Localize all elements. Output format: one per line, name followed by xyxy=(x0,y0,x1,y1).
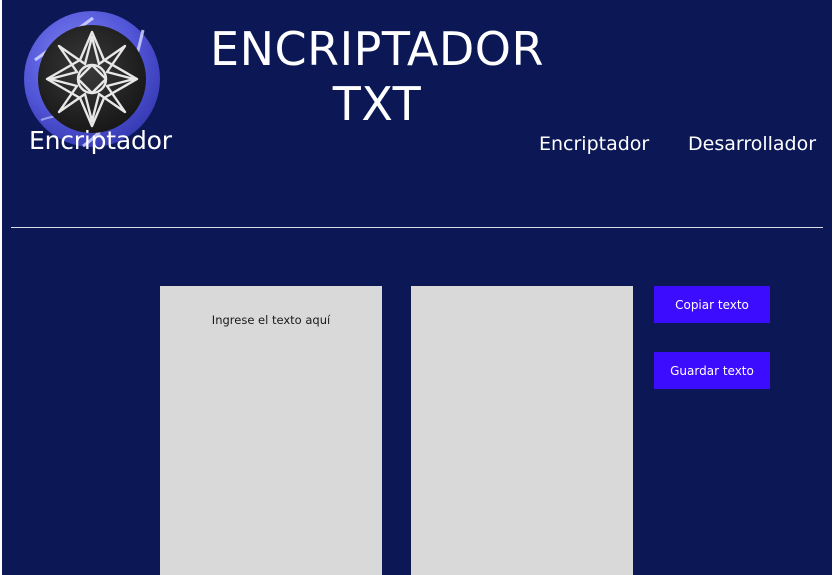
input-textarea[interactable] xyxy=(160,286,382,575)
copy-text-button[interactable]: Copiar texto xyxy=(654,286,770,323)
title-line-1: ENCRIPTADOR xyxy=(210,22,544,76)
nav-link-desarrollador[interactable]: Desarrollador xyxy=(688,133,816,155)
header-divider xyxy=(11,227,823,228)
save-text-button[interactable]: Guardar texto xyxy=(654,352,770,389)
logo-label: Encriptador xyxy=(29,126,172,155)
output-textarea[interactable] xyxy=(411,286,633,575)
nav-link-encriptador[interactable]: Encriptador xyxy=(539,133,649,155)
page-title: ENCRIPTADOR TXT xyxy=(162,22,592,132)
title-line-2: TXT xyxy=(332,77,422,131)
app-frame: Encriptador ENCRIPTADOR TXT Encriptador … xyxy=(2,0,832,575)
output-textbox xyxy=(411,286,633,575)
input-textbox xyxy=(160,286,382,575)
